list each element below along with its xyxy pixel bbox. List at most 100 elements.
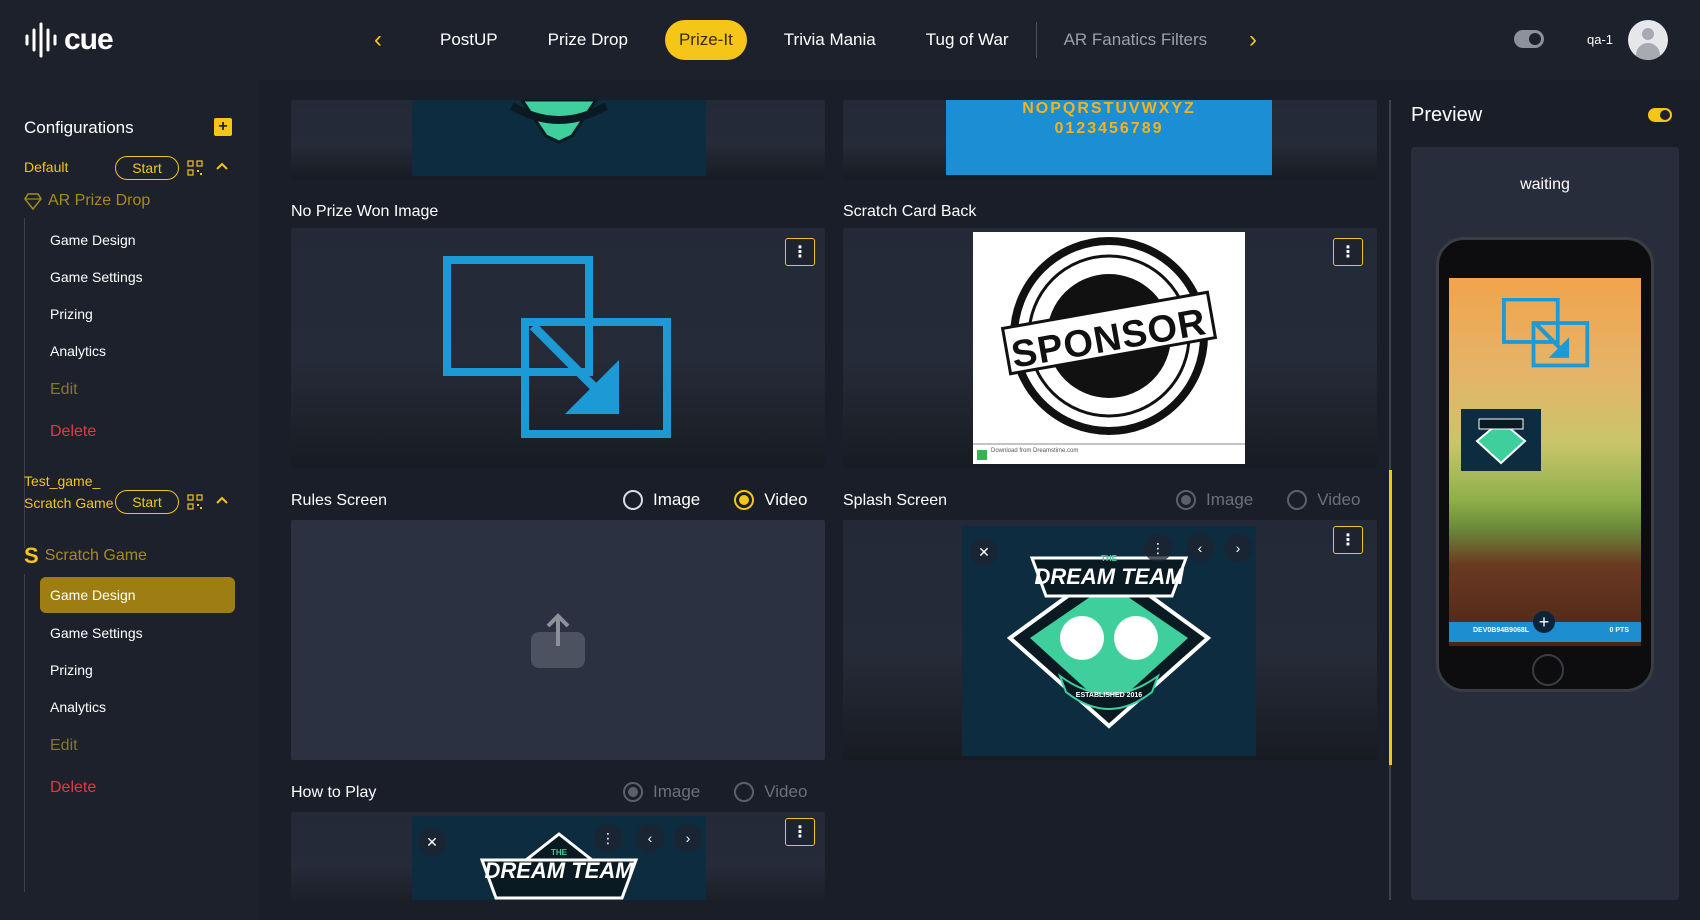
splash-media-type: Image Video — [1176, 490, 1360, 510]
dream-team-text: DREAM TEAM — [484, 858, 634, 883]
phone-bar-text: DEV0B94B9068L — [1473, 627, 1530, 634]
game-type-scratch-game: S Scratch Game — [24, 544, 147, 568]
sidebar-title: Configurations — [24, 118, 134, 137]
dream-team-logo-icon — [1475, 418, 1527, 465]
rules-video-radio[interactable] — [734, 490, 755, 510]
splash-video-label: Video — [1317, 490, 1361, 509]
resize-arrow-icon — [1502, 298, 1590, 368]
brand-name: cue — [64, 23, 114, 56]
sponsor-stamp-image: SPONSOR Download from Dreamstime.com — [973, 232, 1245, 464]
scratch-card-back-label: Scratch Card Back — [843, 203, 977, 220]
config-name-test-game[interactable]: Test_game_ Scratch Game — [24, 470, 114, 514]
established-text: ESTABLISHED 2016 — [1075, 692, 1143, 699]
start-button-default[interactable]: Start — [115, 156, 179, 180]
how-to-play-video-radio[interactable] — [734, 782, 755, 802]
nav-prev-arrow-icon[interactable]: ‹ — [363, 24, 393, 56]
dream-team-image: THE DREAM TEAM ESTABLISHED 2016 ✕ ⋮ ‹ › — [962, 526, 1256, 756]
font-preview-line2: 0123456789 — [1054, 120, 1164, 137]
scratch-card-back-panel: SPONSOR Download from Dreamstime.com ⋮ — [843, 228, 1377, 468]
brand-logo[interactable]: cue — [24, 20, 114, 60]
tab-trivia-mania[interactable]: Trivia Mania — [759, 20, 901, 60]
splash-screen-label: Splash Screen — [843, 492, 948, 509]
rules-image-radio[interactable] — [623, 490, 643, 510]
resize-arrow-icon — [443, 256, 671, 438]
add-configuration-button[interactable]: + — [214, 118, 232, 136]
dream-team-image — [412, 100, 706, 176]
image-options-kebab-icon[interactable]: ⋮ — [1144, 534, 1172, 562]
image-next-chevron-icon[interactable]: › — [1224, 534, 1252, 562]
diamond-icon — [24, 193, 42, 210]
game-design-content: NOPQRSTUVWXYZ 0123456789 No Prize Won Im… — [279, 100, 1389, 900]
tab-divider — [1035, 22, 1037, 58]
image-options-kebab-icon[interactable]: ⋮ — [594, 824, 622, 852]
how-to-play-panel: THE DREAM TEAM ✕ ⋮ ‹ › ⋮ — [291, 812, 825, 900]
preview-toggle[interactable] — [1648, 108, 1672, 122]
how-to-play-image-radio[interactable] — [623, 782, 643, 802]
tab-prize-drop[interactable]: Prize Drop — [523, 20, 653, 60]
menu-game-settings[interactable]: Game Settings — [40, 259, 235, 295]
splash-image-radio[interactable] — [1176, 490, 1196, 510]
qr-code-icon[interactable] — [187, 160, 203, 176]
phone-screen: DEV0B94B9068L 0 PTS + — [1449, 278, 1641, 646]
rules-upload-panel[interactable] — [291, 520, 825, 760]
dream-team-image: THE DREAM TEAM ✕ ⋮ ‹ › — [412, 816, 706, 900]
tab-tug-of-war[interactable]: Tug of War — [901, 20, 1034, 60]
image-prev-chevron-icon[interactable]: ‹ — [1186, 534, 1214, 562]
menu-analytics[interactable]: Analytics — [40, 689, 235, 725]
how-to-play-image-label: Image — [653, 782, 701, 801]
nav-next-arrow-icon[interactable]: › — [1238, 24, 1268, 56]
phone-home-button — [1532, 654, 1564, 686]
remove-image-close-icon[interactable]: ✕ — [970, 538, 998, 566]
rules-video-label: Video — [764, 490, 808, 509]
game-type-label: Scratch Game — [44, 547, 147, 564]
tab-postup[interactable]: PostUP — [415, 20, 523, 60]
top-navigation: cue ‹ PostUP Prize Drop Prize-It Trivia … — [0, 0, 1700, 80]
scratch-s-icon: S — [24, 543, 39, 568]
upload-icon[interactable] — [529, 612, 587, 670]
how-to-play-media-type: Image Video — [623, 782, 807, 802]
how-to-play-label: How to Play — [291, 784, 377, 801]
tree-line — [24, 574, 25, 892]
avatar[interactable] — [1628, 20, 1668, 60]
menu-game-design[interactable]: Game Design — [40, 222, 235, 258]
tab-prize-it[interactable]: Prize-It — [664, 20, 747, 60]
phone-points-text: 0 PTS — [1609, 627, 1629, 634]
dream-team-small-text: THE — [551, 848, 567, 857]
font-preview-line1: NOPQRSTUVWXYZ — [1022, 100, 1196, 117]
username: qa-1 — [1587, 32, 1614, 47]
cue-logo-icon — [25, 22, 57, 58]
content-scrollbar-thumb[interactable] — [1389, 470, 1392, 765]
menu-edit[interactable]: Edit — [40, 372, 235, 408]
sponsor-footer-text: Download from Dreamstime.com — [991, 448, 1079, 454]
image-next-chevron-icon[interactable]: › — [674, 824, 702, 852]
font-preview-image: NOPQRSTUVWXYZ 0123456789 — [946, 100, 1272, 175]
splash-menu-button[interactable]: ⋮ — [1333, 526, 1363, 554]
theme-toggle-icon[interactable] — [1514, 30, 1544, 48]
menu-game-design-active[interactable]: Game Design — [40, 577, 235, 613]
preview-status: waiting — [1520, 176, 1570, 193]
menu-delete[interactable]: Delete — [40, 414, 235, 450]
menu-prizing[interactable]: Prizing — [40, 296, 235, 332]
how-to-play-menu-button[interactable]: ⋮ — [785, 818, 815, 846]
collapse-chevron-up-icon[interactable] — [214, 158, 230, 174]
splash-video-radio[interactable] — [1287, 490, 1308, 510]
menu-edit[interactable]: Edit — [40, 728, 235, 764]
qr-code-icon[interactable] — [187, 494, 203, 510]
game-tabs: PostUP Prize Drop Prize-It Trivia Mania … — [415, 20, 1232, 60]
tab-ar-fanatics-filters[interactable]: AR Fanatics Filters — [1039, 20, 1233, 60]
font-preview-panel: NOPQRSTUVWXYZ 0123456789 — [843, 100, 1377, 180]
collapse-chevron-up-icon[interactable] — [214, 492, 230, 508]
remove-image-close-icon[interactable]: ✕ — [418, 828, 446, 856]
scratch-back-menu-button[interactable]: ⋮ — [1333, 238, 1363, 266]
menu-prizing[interactable]: Prizing — [40, 652, 235, 688]
no-prize-menu-button[interactable]: ⋮ — [785, 238, 815, 266]
phone-add-plus-icon[interactable]: + — [1533, 611, 1555, 633]
menu-game-settings[interactable]: Game Settings — [40, 615, 235, 651]
rules-image-label: Image — [653, 490, 701, 509]
menu-analytics[interactable]: Analytics — [40, 333, 235, 369]
avatar-body — [1636, 43, 1660, 60]
config-name-default[interactable]: Default — [24, 156, 68, 178]
menu-delete[interactable]: Delete — [40, 770, 235, 806]
start-button-test-game[interactable]: Start — [115, 490, 179, 514]
image-prev-chevron-icon[interactable]: ‹ — [636, 824, 664, 852]
